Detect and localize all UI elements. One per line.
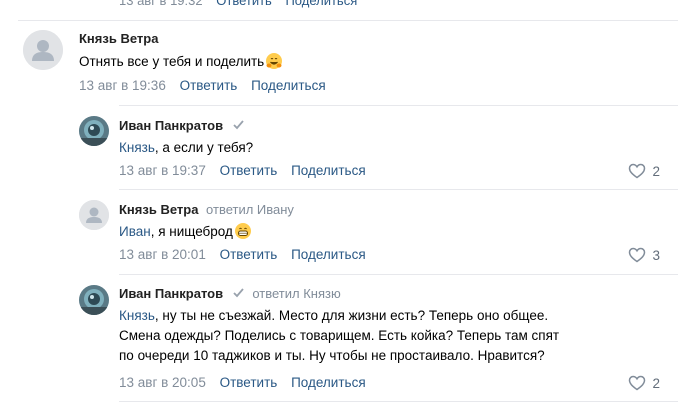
- comment-text-body: , я нищеброд: [150, 224, 233, 239]
- like-count: 2: [652, 163, 660, 179]
- like-button[interactable]: 2: [628, 163, 660, 179]
- author-name[interactable]: Иван Панкратов: [119, 118, 223, 133]
- like-count: 3: [652, 247, 660, 263]
- avatar[interactable]: [23, 30, 63, 70]
- avatar[interactable]: [79, 285, 109, 315]
- user-photo-icon: [79, 116, 109, 146]
- verified-check-icon: [233, 120, 244, 130]
- divider: [18, 20, 678, 21]
- grinning-face-icon: [234, 223, 251, 239]
- comment-author[interactable]: Иван Панкратов ответил Князю: [119, 286, 341, 301]
- like-button[interactable]: 3: [628, 247, 660, 263]
- comment-text-body: Отнять все у тебя и поделить: [79, 54, 265, 69]
- comment-text: Иван, я нищеброд: [119, 222, 252, 242]
- author-name[interactable]: Князь Ветра: [79, 31, 158, 46]
- comment-meta: 13 авг в 20:01 Ответить Поделиться: [119, 247, 366, 262]
- author-name[interactable]: Иван Панкратов: [119, 286, 223, 301]
- share-link[interactable]: Поделиться: [291, 247, 366, 262]
- author-name[interactable]: Князь Ветра: [119, 202, 198, 217]
- comment-text-line: по очереди 10 таджиков и ты. Ну чтобы не…: [119, 348, 545, 363]
- comment-time: 13 авг в 19:32: [119, 0, 203, 8]
- mention-link[interactable]: Князь: [119, 140, 155, 155]
- reply-link[interactable]: Ответить: [220, 247, 278, 262]
- share-link[interactable]: Поделиться: [291, 163, 366, 178]
- comment-text-line: Князь, ну ты не съезжай. Место для жизни…: [119, 306, 664, 326]
- mention-link[interactable]: Иван: [119, 224, 151, 239]
- reply-to-label[interactable]: ответил Ивану: [206, 202, 294, 217]
- comment-author[interactable]: Иван Панкратов: [119, 118, 245, 133]
- comment-time[interactable]: 13 авг в 20:01: [119, 247, 206, 262]
- comment-meta: 13 авг в 19:37 Ответить Поделиться: [119, 163, 366, 178]
- user-photo-icon: [79, 285, 109, 315]
- comment-time[interactable]: 13 авг в 19:37: [119, 163, 206, 178]
- like-button[interactable]: 2: [628, 375, 660, 391]
- divider: [119, 105, 678, 106]
- hugging-face-icon: [266, 53, 283, 69]
- cut-off-comment-meta: 13 авг в 19:32 Ответить Поделиться: [119, 0, 357, 8]
- comments-thread: 13 авг в 19:32 Ответить Поделиться Князь…: [0, 0, 692, 409]
- comment-text-body: , а если у тебя?: [154, 140, 254, 155]
- comment-author[interactable]: Князь Ветра ответил Ивану: [119, 202, 294, 217]
- reply-link[interactable]: Ответить: [180, 78, 238, 93]
- comment-author[interactable]: Князь Ветра: [79, 31, 158, 46]
- default-user-icon: [23, 30, 63, 70]
- heart-icon: [629, 163, 646, 179]
- heart-icon: [629, 375, 646, 391]
- comment-time[interactable]: 13 авг в 19:36: [79, 78, 166, 93]
- avatar[interactable]: [79, 200, 109, 230]
- comment-text: Отнять все у тебя и поделить: [79, 52, 283, 72]
- share-link[interactable]: Поделиться: [285, 0, 357, 8]
- verified-check-icon: [233, 288, 244, 298]
- divider: [119, 189, 678, 190]
- reply-link[interactable]: Ответить: [220, 375, 278, 390]
- comment-text: Князь, а если у тебя?: [119, 138, 253, 158]
- reply-to-label[interactable]: ответил Князю: [252, 286, 340, 301]
- comment-meta: 13 авг в 20:05 Ответить Поделиться: [119, 375, 366, 390]
- comment-time[interactable]: 13 авг в 20:05: [119, 375, 206, 390]
- default-user-icon: [79, 200, 109, 230]
- like-count: 2: [652, 375, 660, 391]
- heart-icon: [629, 247, 646, 263]
- share-link[interactable]: Поделиться: [291, 375, 366, 390]
- mention-link[interactable]: Князь: [119, 308, 155, 323]
- comment-meta: 13 авг в 19:36 Ответить Поделиться: [79, 78, 326, 93]
- avatar[interactable]: [79, 116, 109, 146]
- comment-text-body: , ну ты не съезжай. Место для жизни есть…: [154, 308, 549, 323]
- divider: [119, 274, 678, 275]
- reply-link[interactable]: Ответить: [216, 0, 272, 8]
- reply-link[interactable]: Ответить: [220, 163, 278, 178]
- comment-text-line: Смена одежды? Поделись с товарищем. Есть…: [119, 328, 560, 343]
- divider: [119, 401, 678, 402]
- comment-text: Князь, ну ты не съезжай. Место для жизни…: [119, 306, 664, 366]
- share-link[interactable]: Поделиться: [251, 78, 326, 93]
